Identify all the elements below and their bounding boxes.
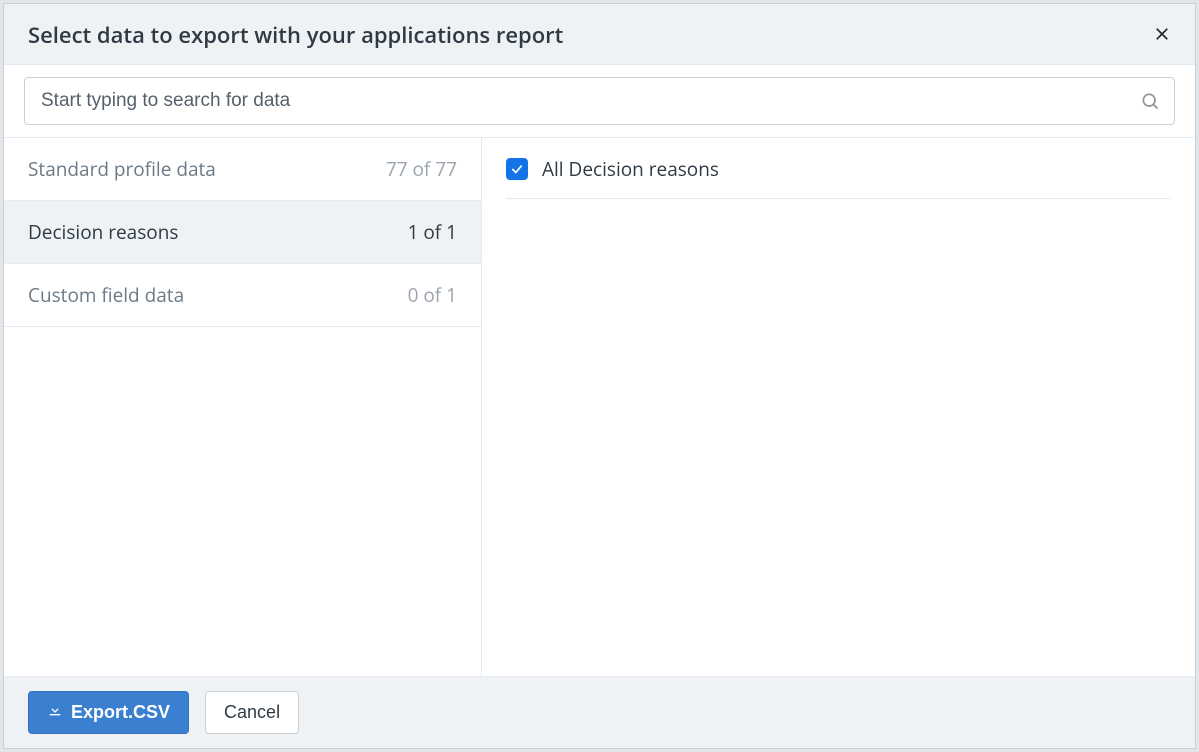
close-icon <box>1153 25 1171 46</box>
export-csv-button[interactable]: Export.CSV <box>28 691 189 734</box>
category-sidebar: Standard profile data 77 of 77 Decision … <box>4 138 482 676</box>
sidebar-item-label: Custom field data <box>28 282 184 308</box>
download-icon <box>47 702 63 723</box>
sidebar-item-label: Standard profile data <box>28 156 216 182</box>
detail-panel: All Decision reasons <box>482 138 1195 676</box>
sidebar-item-custom-field[interactable]: Custom field data 0 of 1 <box>4 264 481 327</box>
search-bar <box>4 65 1195 125</box>
search-field[interactable] <box>24 77 1175 125</box>
sidebar-item-count: 77 of 77 <box>386 156 457 182</box>
checkbox-checked-icon[interactable] <box>506 158 528 180</box>
select-all-row[interactable]: All Decision reasons <box>506 156 1171 199</box>
export-button-label: Export.CSV <box>71 702 170 723</box>
sidebar-item-decision-reasons[interactable]: Decision reasons 1 of 1 <box>4 201 481 264</box>
select-all-label: All Decision reasons <box>542 156 719 182</box>
dialog-header: Select data to export with your applicat… <box>4 4 1195 65</box>
sidebar-item-count: 0 of 1 <box>408 282 457 308</box>
sidebar-item-label: Decision reasons <box>28 219 178 245</box>
search-input[interactable] <box>25 80 1140 122</box>
dialog-body: Standard profile data 77 of 77 Decision … <box>4 137 1195 676</box>
dialog-footer: Export.CSV Cancel <box>4 676 1195 748</box>
search-icon <box>1140 91 1174 111</box>
sidebar-item-count: 1 of 1 <box>408 219 457 245</box>
dialog-title: Select data to export with your applicat… <box>28 20 563 50</box>
cancel-button[interactable]: Cancel <box>205 691 299 734</box>
sidebar-item-standard-profile[interactable]: Standard profile data 77 of 77 <box>4 138 481 201</box>
close-button[interactable] <box>1147 21 1177 50</box>
cancel-button-label: Cancel <box>224 702 280 723</box>
export-dialog: Select data to export with your applicat… <box>3 3 1196 749</box>
